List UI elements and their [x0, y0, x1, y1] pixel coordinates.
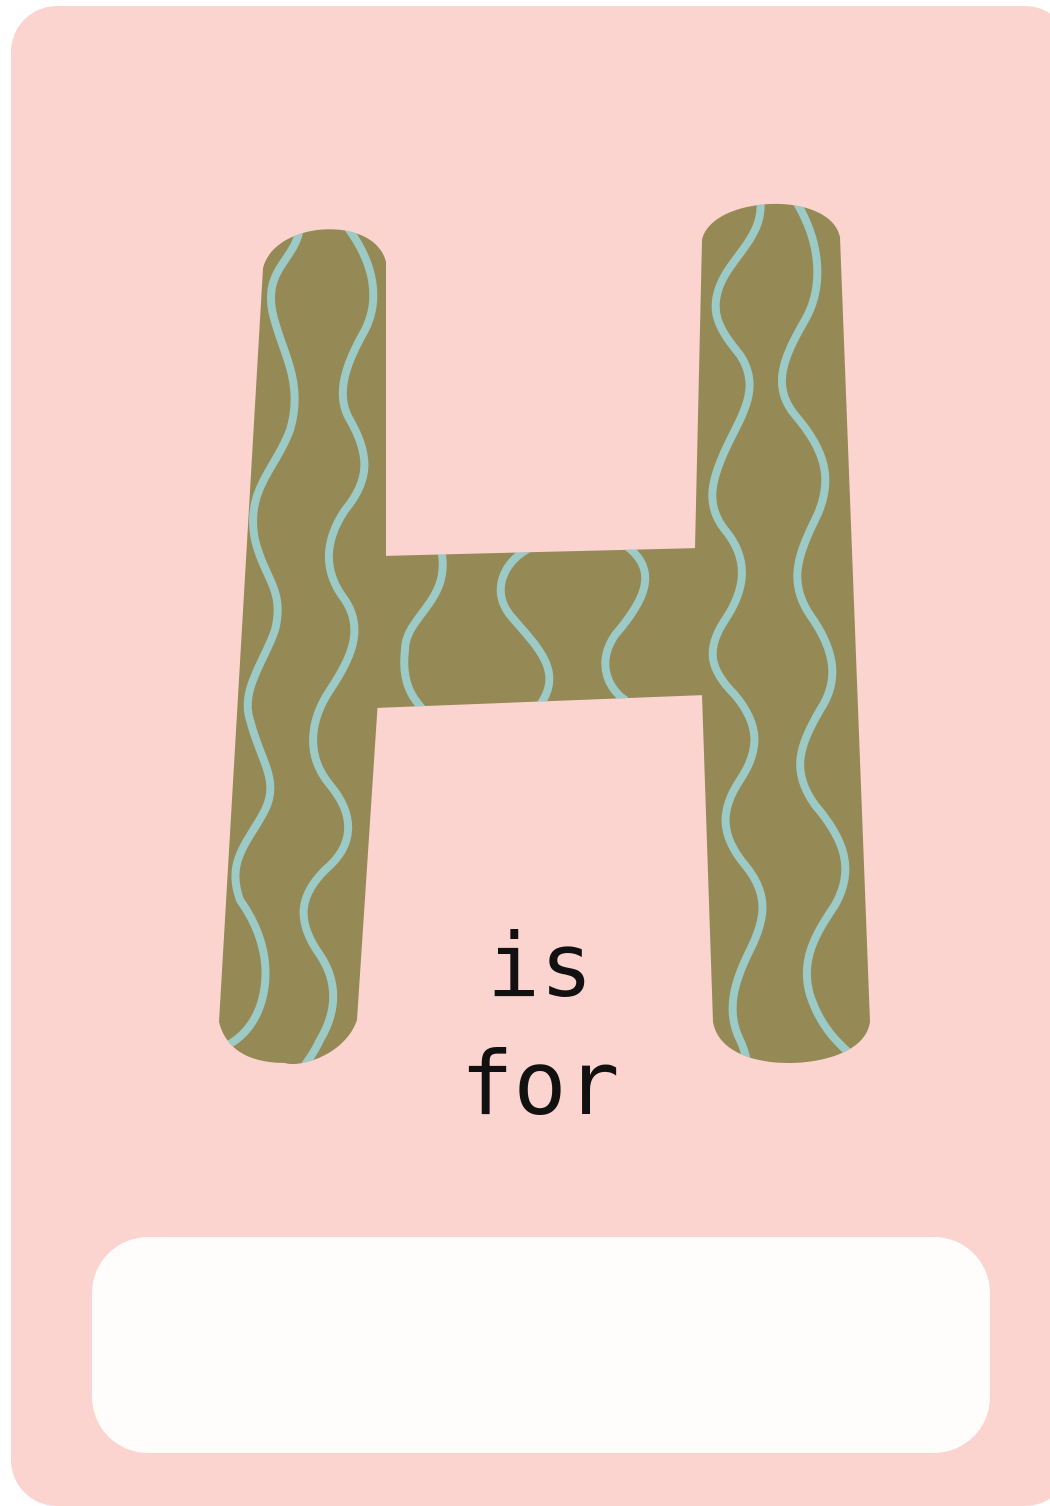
- letter-h-left-stem: [219, 229, 386, 1065]
- letter-h-crossbar: [376, 548, 706, 708]
- answer-box[interactable]: [92, 1237, 990, 1453]
- caption-for: for: [460, 1032, 620, 1135]
- caption-is: is: [487, 914, 593, 1017]
